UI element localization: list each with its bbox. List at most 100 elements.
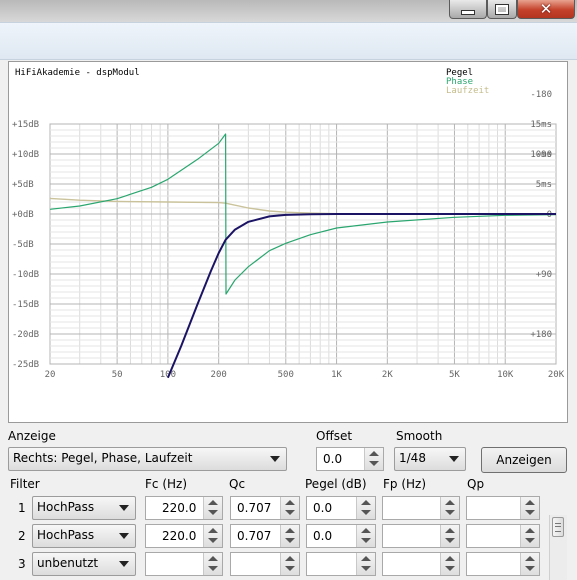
anzeigen-button[interactable]: Anzeigen [481,447,567,473]
fp-spin-buttons[interactable] [440,553,459,575]
chevron-down-icon [270,456,280,462]
y-right-tick-label: +180 [530,330,552,340]
fc-value: 220.0 [162,529,197,543]
spin-up-icon[interactable] [361,556,371,561]
pegel-header: Pegel (dB) [305,477,367,491]
fc-spin-buttons[interactable] [203,553,222,575]
spin-up-icon[interactable] [369,451,379,456]
x-tick-label: 500 [278,370,294,380]
minimize-icon [461,9,475,15]
spin-up-icon[interactable] [445,500,455,505]
spin-down-icon[interactable] [445,566,455,571]
pegel-spinner[interactable]: 0.0 [306,524,376,548]
spin-up-icon[interactable] [525,500,535,505]
y-right-tick-label: -90 [536,150,552,160]
spin-down-icon[interactable] [208,566,218,571]
fp-spinner[interactable] [382,496,460,520]
qc-spin-buttons[interactable] [280,497,299,519]
spin-up-icon[interactable] [525,528,535,533]
filter-type-select[interactable]: unbenutzt [32,552,136,576]
fp-spin-buttons[interactable] [440,497,459,519]
row-number: 2 [18,529,26,543]
filter-table-scrollbar[interactable] [549,515,567,580]
anzeige-select[interactable]: Rechts: Pegel, Phase, Laufzeit [8,447,287,471]
qc-value: 0.707 [237,529,272,543]
spin-up-icon[interactable] [285,556,295,561]
spin-up-icon[interactable] [361,528,371,533]
pegel-spin-buttons[interactable] [356,497,375,519]
chevron-down-icon [449,456,459,462]
row-number: 3 [18,557,26,571]
y-left-tick-label: -5dB [12,240,34,250]
maximize-button[interactable] [487,0,517,19]
spin-down-icon[interactable] [445,538,455,543]
smooth-select[interactable]: 1/48 [394,447,466,471]
qp-spinner[interactable] [466,552,540,576]
spin-down-icon[interactable] [285,510,295,515]
scrollbar-thumb[interactable] [552,517,564,537]
spin-up-icon[interactable] [445,556,455,561]
pegel-spin-buttons[interactable] [356,553,375,575]
smooth-select-value: 1/48 [399,451,426,465]
qp-spin-buttons[interactable] [520,553,539,575]
pegel-spinner[interactable]: 0.0 [306,496,376,520]
offset-spinner[interactable]: 0.0 [316,447,384,471]
chevron-down-icon [119,561,129,567]
chart-title: HiFiAkademie - dspModul [15,68,140,78]
fp-spinner[interactable] [382,552,460,576]
qc-spin-buttons[interactable] [280,525,299,547]
x-tick-label: 50 [112,370,123,380]
spin-up-icon[interactable] [285,500,295,505]
spin-down-icon[interactable] [208,538,218,543]
qp-spin-buttons[interactable] [520,497,539,519]
spin-down-icon[interactable] [285,538,295,543]
legend-entry: Laufzeit [446,86,489,96]
close-icon: ✕ [539,0,553,18]
offset-spin-buttons[interactable] [364,448,383,470]
spin-down-icon[interactable] [445,510,455,515]
pegel-spin-buttons[interactable] [356,525,375,547]
maximize-icon [495,3,509,15]
spin-up-icon[interactable] [208,500,218,505]
fp-header: Fp (Hz) [383,477,427,491]
fc-spinner[interactable]: 220.0 [145,524,223,548]
fp-spinner[interactable] [382,524,460,548]
qc-header: Qc [229,477,246,491]
pegel-spinner[interactable] [306,552,376,576]
spin-down-icon[interactable] [208,510,218,515]
close-button[interactable]: ✕ [517,0,575,19]
spin-up-icon[interactable] [208,528,218,533]
grip-icon [555,523,561,532]
spin-down-icon[interactable] [369,461,379,466]
spin-up-icon[interactable] [208,556,218,561]
fc-spinner[interactable]: 220.0 [145,496,223,520]
spin-down-icon[interactable] [285,566,295,571]
grip-icon [555,526,561,527]
spin-down-icon[interactable] [361,566,371,571]
row-number: 1 [18,501,26,515]
filter-type-select[interactable]: HochPass [32,496,136,520]
spin-up-icon[interactable] [445,528,455,533]
spin-down-icon[interactable] [525,538,535,543]
fc-spin-buttons[interactable] [203,497,222,519]
fp-spin-buttons[interactable] [440,525,459,547]
spin-up-icon[interactable] [525,556,535,561]
qp-spinner[interactable] [466,496,540,520]
qp-spin-buttons[interactable] [520,525,539,547]
qp-spinner[interactable] [466,524,540,548]
fc-spinner[interactable] [145,552,223,576]
spin-up-icon[interactable] [285,528,295,533]
qc-spinner[interactable] [230,552,300,576]
spin-down-icon[interactable] [361,510,371,515]
qc-spinner[interactable]: 0.707 [230,496,300,520]
filter-type-select[interactable]: HochPass [32,524,136,548]
fc-spin-buttons[interactable] [203,525,222,547]
spin-up-icon[interactable] [361,500,371,505]
spin-down-icon[interactable] [361,538,371,543]
minimize-button[interactable] [449,0,487,19]
qc-spin-buttons[interactable] [280,553,299,575]
spin-down-icon[interactable] [525,510,535,515]
spin-down-icon[interactable] [525,566,535,571]
qc-spinner[interactable]: 0.707 [230,524,300,548]
x-tick-label: 100 [160,370,176,380]
